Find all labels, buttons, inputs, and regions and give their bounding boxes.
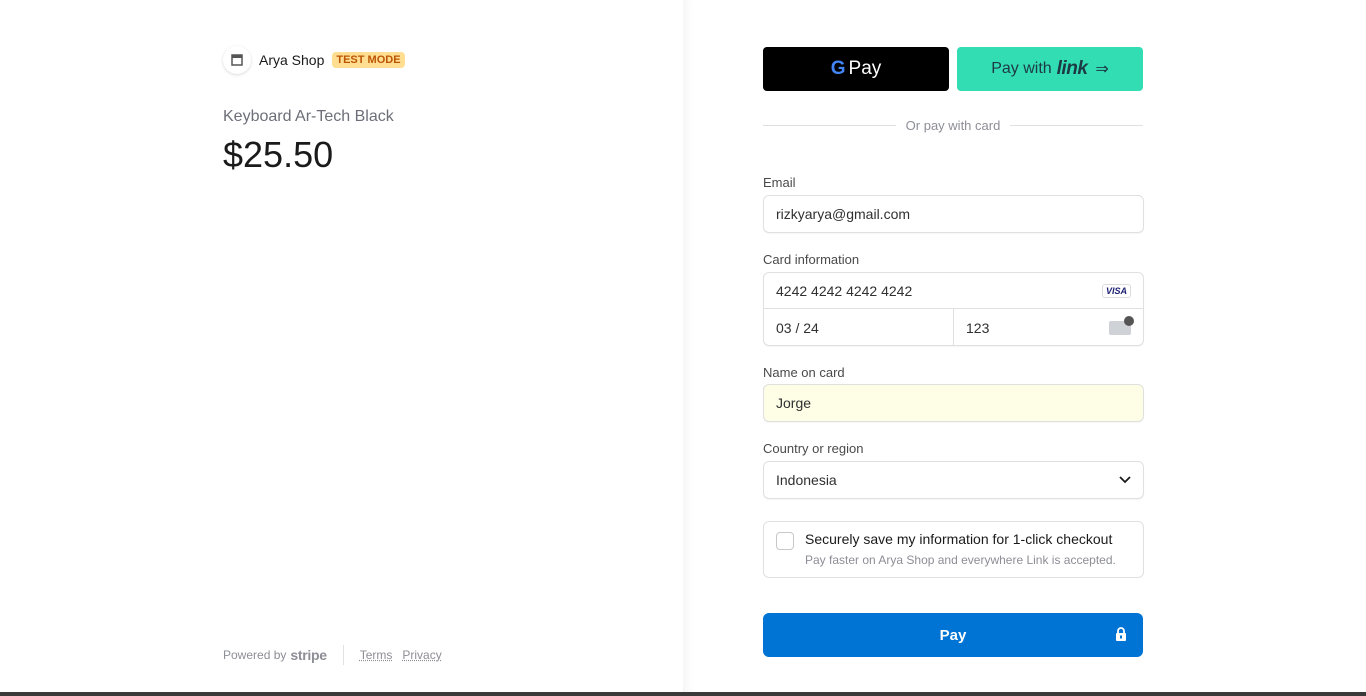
- save-info-title: Securely save my information for 1-click…: [805, 531, 1113, 547]
- footer: Powered by stripe Terms Privacy: [223, 645, 452, 665]
- wallet-buttons: G Pay Pay with link ⇒: [763, 47, 1143, 91]
- pay-with-link-button[interactable]: Pay with link ⇒: [957, 47, 1143, 91]
- store-icon: [223, 46, 251, 74]
- save-info-subtitle: Pay faster on Arya Shop and everywhere L…: [805, 553, 1116, 567]
- pay-label: Pay: [939, 626, 967, 644]
- cvc-card-icon: [1109, 315, 1134, 335]
- powered-by-label: Powered by: [223, 648, 287, 662]
- card-number-field[interactable]: 4242 4242 4242 4242 VISA: [764, 273, 1143, 309]
- payment-panel: G Pay Pay with link ⇒ Or pay with card E…: [683, 0, 1366, 692]
- link-logo: link: [1056, 58, 1088, 79]
- card-info-group: 4242 4242 4242 4242 VISA 03 / 24 123: [763, 272, 1144, 346]
- lock-icon: [1116, 627, 1126, 641]
- save-info-checkbox[interactable]: [776, 532, 794, 550]
- email-field[interactable]: rizkyarya@gmail.com: [763, 195, 1144, 233]
- divider-line-right: [1010, 125, 1143, 126]
- cvc-field[interactable]: 123: [954, 309, 1143, 346]
- country-select[interactable]: Indonesia: [763, 461, 1144, 499]
- card-info-label: Card information: [763, 252, 860, 267]
- country-value: Indonesia: [776, 472, 837, 488]
- merchant-name[interactable]: Arya Shop: [259, 52, 324, 68]
- name-value: Jorge: [776, 395, 812, 411]
- product-name: Keyboard Ar-Tech Black: [223, 108, 394, 125]
- visa-icon: VISA: [1101, 283, 1131, 298]
- product-price: $25.50: [223, 134, 334, 175]
- double-arrow-icon: ⇒: [1095, 61, 1109, 78]
- expiry-value: 03 / 24: [776, 319, 819, 336]
- stripe-logo[interactable]: stripe: [290, 647, 327, 663]
- pay-with-card-divider: Or pay with card: [763, 118, 1143, 133]
- test-mode-badge: TEST MODE: [332, 52, 405, 68]
- terms-link[interactable]: Terms: [360, 648, 393, 662]
- divider-text: Or pay with card: [905, 118, 1001, 133]
- google-pay-button[interactable]: G Pay: [763, 47, 949, 91]
- chevron-down-icon: [1119, 476, 1131, 484]
- google-g-icon: G: [830, 58, 846, 79]
- google-pay-label: Pay: [848, 58, 882, 79]
- expiry-field[interactable]: 03 / 24: [764, 309, 954, 346]
- email-value: rizkyarya@gmail.com: [776, 206, 911, 222]
- save-info-option: Securely save my information for 1-click…: [763, 521, 1144, 578]
- divider-line-left: [763, 125, 896, 126]
- email-label: Email: [763, 175, 796, 190]
- name-label: Name on card: [763, 365, 845, 380]
- footer-separator: [342, 645, 344, 665]
- window-bottom-edge: [0, 692, 1366, 696]
- privacy-link[interactable]: Privacy: [402, 648, 441, 662]
- summary-panel: Arya Shop TEST MODE Keyboard Ar-Tech Bla…: [0, 0, 683, 692]
- link-prefix: Pay with: [991, 60, 1052, 77]
- pay-button[interactable]: Pay: [763, 613, 1143, 657]
- country-label: Country or region: [763, 441, 864, 456]
- merchant-header: Arya Shop TEST MODE: [223, 46, 405, 74]
- cvc-value: 123: [966, 319, 990, 336]
- card-number-value: 4242 4242 4242 4242: [776, 282, 913, 299]
- name-on-card-field[interactable]: Jorge: [763, 384, 1144, 422]
